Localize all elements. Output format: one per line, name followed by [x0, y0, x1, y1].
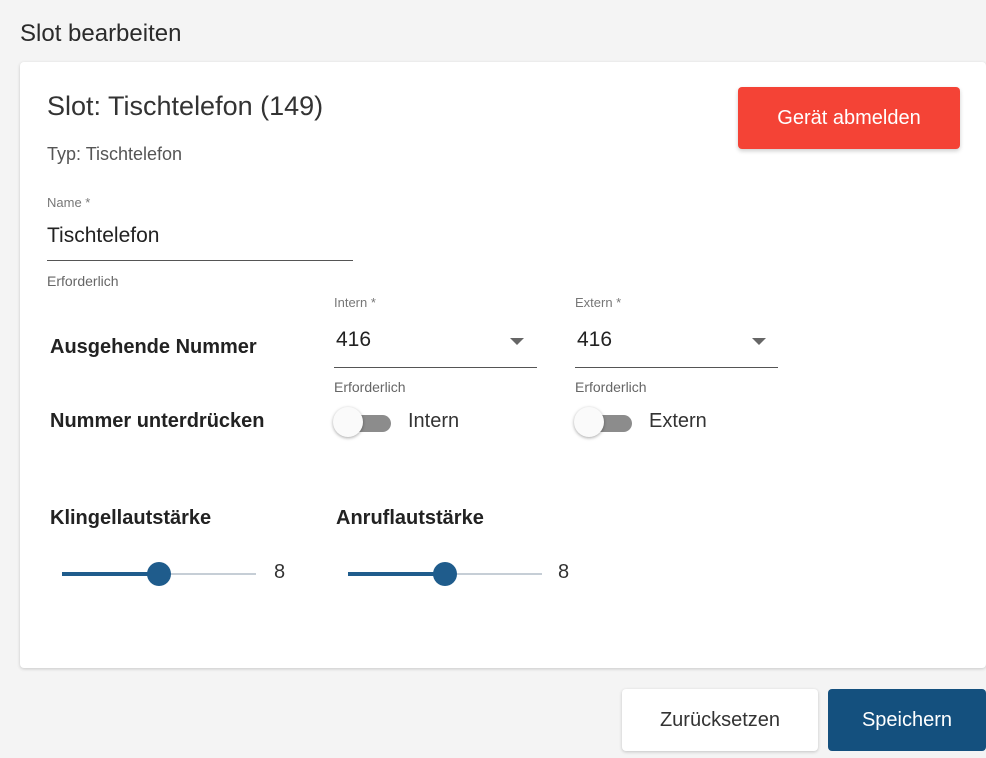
- slider-knob[interactable]: [433, 562, 457, 586]
- toggle-thumb: [574, 407, 604, 437]
- ring-volume-label: Klingellautstärke: [50, 507, 212, 529]
- call-volume-slider[interactable]: [348, 562, 542, 586]
- name-input-underline: [47, 260, 353, 261]
- outgoing-external-label: Extern *: [575, 295, 622, 310]
- outgoing-external-value: 416: [577, 328, 613, 351]
- page-title: Slot bearbeiten: [20, 20, 182, 47]
- suppress-internal-toggle[interactable]: [333, 407, 395, 439]
- chevron-down-icon: [510, 338, 524, 345]
- outgoing-internal-value: 416: [336, 328, 372, 351]
- chevron-down-icon: [752, 338, 766, 345]
- slot-type: Typ: Tischtelefon: [47, 144, 183, 164]
- reset-button[interactable]: Zurücksetzen: [622, 689, 818, 751]
- call-volume-label: Anruflautstärke: [336, 507, 484, 529]
- toggle-thumb: [333, 407, 363, 437]
- slot-title: Slot: Tischtelefon (149): [47, 91, 324, 121]
- suppress-internal-label: Intern: [408, 410, 460, 432]
- outgoing-external-hint: Erforderlich: [575, 379, 647, 395]
- slider-knob[interactable]: [147, 562, 171, 586]
- slider-fill: [62, 572, 159, 576]
- save-button[interactable]: Speichern: [828, 689, 986, 751]
- ring-volume-value: 8: [274, 561, 286, 583]
- suppress-external-toggle[interactable]: [574, 407, 636, 439]
- slot-card: Slot: Tischtelefon (149) Typ: Tischtelef…: [20, 62, 986, 668]
- unregister-device-button[interactable]: Gerät abmelden: [738, 87, 960, 149]
- name-field-label: Name *: [47, 195, 91, 210]
- ring-volume-slider[interactable]: [62, 562, 256, 586]
- outgoing-external-underline: [575, 367, 778, 368]
- name-input[interactable]: Tischtelefon: [47, 224, 159, 248]
- call-volume-value: 8: [558, 561, 570, 583]
- suppress-number-label: Nummer unterdrücken: [50, 410, 265, 432]
- outgoing-number-label: Ausgehende Nummer: [50, 336, 257, 358]
- outgoing-internal-label: Intern *: [334, 295, 376, 310]
- outgoing-internal-underline: [334, 367, 537, 368]
- outgoing-internal-hint: Erforderlich: [334, 379, 406, 395]
- name-field-hint: Erforderlich: [47, 273, 119, 289]
- slider-fill: [348, 572, 445, 576]
- suppress-external-label: Extern: [649, 410, 707, 432]
